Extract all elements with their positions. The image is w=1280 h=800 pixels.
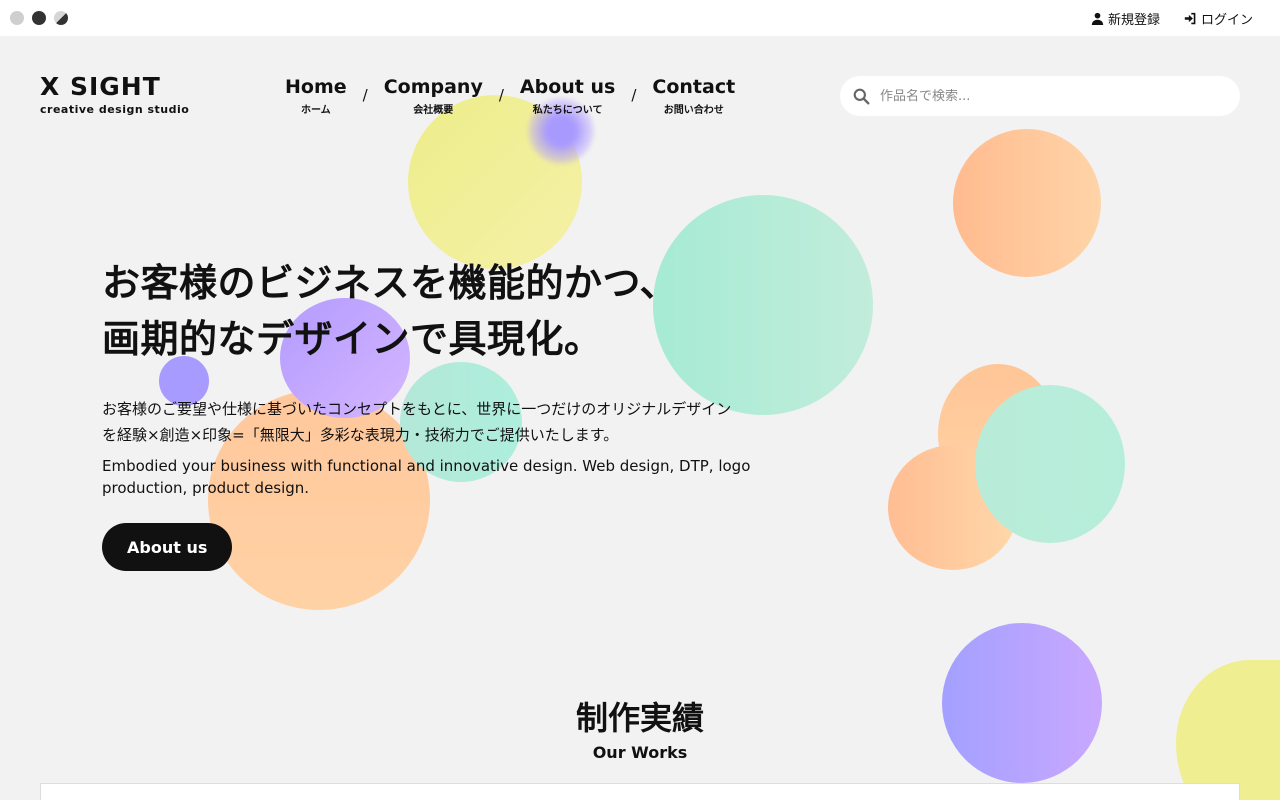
hero-desc-ja-line1: お客様のご要望や仕様に基づいたコンセプトをもとに、世界に一つだけのオリジナルデザ… [102, 400, 732, 418]
hero-desc-ja-line2: を経験×創造×印象=「無限大」多彩な表現力・技術力でご提供いたします。 [102, 426, 619, 444]
user-icon [1091, 12, 1104, 25]
site-logo[interactable]: X SIGHT creative design studio [40, 72, 190, 116]
nav-label-ja: 私たちについて [532, 105, 603, 116]
nav-label-ja: ホーム [300, 105, 331, 116]
nav-item-home[interactable]: Home ホーム [285, 76, 347, 116]
nav-label-en: Home [285, 76, 347, 98]
main-nav: Home ホーム / Company 会社概要 / About us 私たちにつ… [285, 76, 735, 116]
decor-blob [953, 129, 1101, 277]
nav-label-en: Company [383, 76, 483, 98]
search-bar [840, 76, 1240, 116]
nav-item-about[interactable]: About us 私たちについて [520, 76, 615, 116]
login-link[interactable]: ログイン [1184, 9, 1253, 28]
search-icon [853, 88, 870, 104]
auto-theme-button[interactable] [54, 11, 68, 25]
decor-blob [653, 195, 873, 415]
hero-title-line2: 画期的なデザインで具現化。 [102, 317, 603, 361]
sign-in-icon [1184, 12, 1196, 25]
top-utility-bar: 新規登録 ログイン [0, 0, 1280, 36]
signup-label: 新規登録 [1107, 13, 1160, 28]
nav-label-en: About us [519, 76, 616, 98]
works-panel [40, 783, 1240, 800]
nav-separator: / [498, 86, 504, 104]
hero-title-line1: お客様のビジネスを機能的かつ、 [102, 261, 678, 305]
nav-label-en: Contact [652, 76, 736, 98]
light-theme-button[interactable] [10, 11, 24, 25]
login-label: ログイン [1200, 13, 1253, 28]
nav-item-contact[interactable]: Contact お問い合わせ [652, 76, 735, 116]
theme-switcher [10, 11, 68, 25]
nav-separator: / [362, 86, 368, 104]
decor-blob [975, 385, 1125, 543]
signup-link[interactable]: 新規登録 [1091, 9, 1160, 28]
dark-theme-button[interactable] [32, 11, 46, 25]
search-input[interactable] [880, 88, 1210, 104]
works-section-title: 制作実績 [575, 699, 704, 737]
nav-separator: / [631, 86, 637, 104]
about-us-button[interactable]: About us [102, 523, 233, 571]
nav-label-ja: お問い合わせ [663, 105, 724, 116]
nav-label-ja: 会社概要 [413, 105, 454, 116]
works-section-subtitle: Our Works [592, 743, 688, 762]
hero-description-ja: お客様のご要望や仕様に基づいたコンセプトをもとに、世界に一つだけのオリジナルデザ… [102, 396, 822, 448]
nav-item-company[interactable]: Company 会社概要 [384, 76, 483, 116]
logo-wordmark: X SIGHT [40, 72, 161, 101]
logo-tagline: creative design studio [40, 103, 190, 116]
hero-description-en: Embodied your business with functional a… [102, 457, 751, 497]
auth-links: 新規登録 ログイン [1091, 9, 1253, 28]
hero-title: お客様のビジネスを機能的かつ、 画期的なデザインで具現化。 [102, 255, 678, 367]
